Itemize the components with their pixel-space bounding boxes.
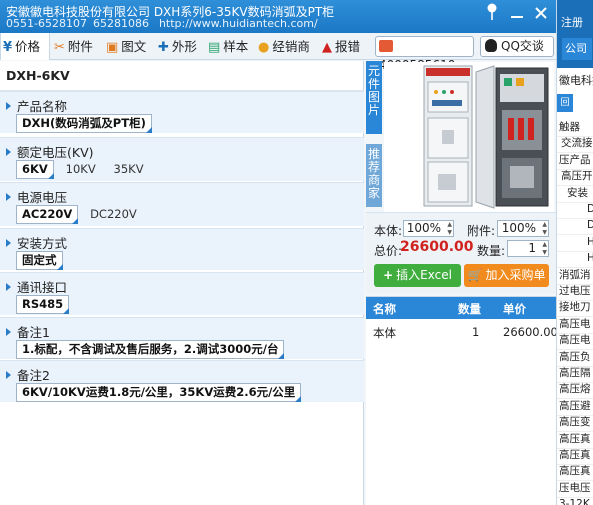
tab-price[interactable]: ¥ 价格 — [0, 33, 50, 60]
total-price-value: 26600.00 — [400, 239, 474, 255]
option-dc220v[interactable]: DC220V — [84, 205, 143, 224]
pricing-panel: 本体: 100% 附件: 100% 总价: 26600.00 数量: 1 +插入… — [366, 212, 556, 294]
picture-text-icon: ▣ — [106, 40, 119, 55]
section-title: 备注2 — [6, 365, 50, 384]
option-note-1[interactable]: 1.标配，不含调试及售后服务，2.调试3000元/台 — [16, 340, 285, 359]
product-image — [384, 62, 554, 212]
shape-icon: ✚ — [158, 40, 169, 55]
accessory-ratio-stepper[interactable]: 100% — [497, 220, 549, 237]
section-title: 备注1 — [6, 322, 50, 341]
col-unit-price: 单价 — [503, 302, 526, 316]
background-tree-item[interactable]: 3-12K — [557, 495, 593, 505]
cart-icon: 🛒 — [467, 268, 483, 282]
tab-recommended-dealers[interactable]: 推荐商家 — [366, 144, 382, 207]
background-company-tab[interactable]: 公司 — [562, 38, 592, 60]
section-title: 产品名称 — [6, 96, 67, 115]
quantity-label: 数量: — [477, 244, 506, 258]
option-dxh[interactable]: DXH(数码消弧及PT柜) — [16, 114, 152, 133]
model-name: DXH-6KV — [6, 68, 70, 83]
quantity-stepper[interactable]: 1 — [507, 240, 549, 257]
tab-report-error-label: 报错 — [335, 39, 361, 54]
website-link[interactable]: http://www.huidiantech.com/ — [159, 17, 318, 30]
accessory-ratio-label: 附件: — [467, 224, 496, 238]
tab-sample-label: 样本 — [223, 39, 249, 54]
tab-component-images[interactable]: 元件图片 — [366, 61, 382, 134]
yen-icon: ¥ — [3, 40, 13, 55]
add-to-order-label: 加入采购单 — [485, 268, 546, 282]
background-register-link[interactable]: 注册 — [561, 14, 583, 30]
option-note-2[interactable]: 6KV/10KV运费1.8元/公里，35KV运费2.6元/公里 — [16, 383, 302, 402]
col-name: 名称 — [373, 302, 396, 316]
title-bar: 安徽徽电科技股份有限公司 DXH系列6-35KV数码消弧及PT柜 0551-65… — [0, 0, 556, 33]
book-icon: ▤ — [208, 40, 221, 55]
tab-shape-label: 外形 — [171, 39, 197, 54]
tab-sample[interactable]: ▤ 样本 — [206, 33, 248, 60]
tab-shape[interactable]: ✚ 外形 — [156, 33, 197, 60]
background-title: 徽电科技 — [559, 74, 593, 87]
qq-penguin-icon — [485, 39, 497, 52]
background-back-button[interactable]: 回 — [557, 94, 573, 112]
tab-accessories[interactable]: ✂ 附件 — [52, 33, 93, 60]
section-title: 通讯接口 — [6, 277, 67, 296]
insert-excel-button[interactable]: + 插入Excel — [374, 264, 461, 287]
tab-graphic[interactable]: ▣ 图文 — [104, 33, 146, 60]
person-icon: ● — [258, 40, 270, 55]
contact-phone-1: 0551-6528107 — [6, 17, 87, 30]
col-quantity: 数量 — [458, 302, 481, 316]
tab-price-label: 价格 — [15, 39, 41, 54]
phone-button[interactable]: 4000585610 — [375, 36, 474, 72]
option-rs485[interactable]: RS485 — [16, 295, 70, 314]
cell-name: 本体 — [373, 326, 396, 340]
tab-accessories-label: 附件 — [67, 39, 93, 54]
toolbar: ¥价格 ✂附件 ▣图文 ✚外形 ▤样本 ●经销商 ▲报错 4000585610 … — [0, 33, 556, 72]
insert-excel-label: 插入Excel — [396, 268, 452, 282]
section-rated-voltage: 额定电压(KV) 6KV 10KV 35KV — [0, 137, 364, 181]
section-power-voltage: 电源电压 AC220V DC220V — [0, 182, 364, 226]
contact-phone-2: 65281086 — [92, 17, 149, 30]
tab-graphic-label: 图文 — [121, 39, 147, 54]
cell-quantity: 1 — [472, 325, 480, 339]
tab-report-error[interactable]: ▲ 报错 — [320, 33, 360, 60]
tab-dealer-label: 经销商 — [272, 39, 310, 54]
table-row[interactable]: 本体 1 26600.00 — [366, 321, 558, 343]
close-button[interactable] — [531, 4, 551, 24]
option-ac220v[interactable]: AC220V — [16, 205, 79, 224]
warning-icon: ▲ — [322, 40, 332, 55]
phone-icon — [379, 40, 393, 52]
plus-icon: + — [383, 268, 394, 282]
price-table: 名称 数量 单价 本体 1 26600.00 — [366, 296, 558, 505]
tools-icon: ✂ — [54, 40, 65, 55]
options-pane: DXH-6KV 产品名称 DXH(数码消弧及PT柜) 额定电压(KV) 6KV … — [0, 61, 364, 505]
section-install-method: 安装方式 固定式 — [0, 228, 364, 270]
option-35kv[interactable]: 35KV — [108, 160, 150, 179]
qq-button-label: QQ交谈 — [501, 39, 544, 53]
option-10kv[interactable]: 10KV — [60, 160, 102, 179]
contact-line: 0551-6528107 65281086 http://www.huidiante… — [6, 17, 324, 30]
background-app: 注册 公司 徽电科技 回 触器交流接压产品高压开安装DDHH消弧消过电压接地刀高… — [556, 0, 593, 505]
body-ratio-stepper[interactable]: 100% — [403, 220, 454, 237]
section-note-1: 备注1 1.标配，不含调试及售后服务，2.调试3000元/台 — [0, 317, 364, 359]
body-ratio-label: 本体: — [374, 224, 403, 238]
option-fixed[interactable]: 固定式 — [16, 251, 63, 270]
section-title: 额定电压(KV) — [6, 142, 94, 161]
add-to-order-button[interactable]: 🛒 加入采购单 — [464, 264, 549, 287]
qq-chat-button[interactable]: QQ交谈 — [480, 36, 554, 57]
cell-unit-price: 26600.00 — [503, 325, 558, 339]
option-6kv[interactable]: 6KV — [16, 160, 54, 179]
section-note-2: 备注2 6KV/10KV运费1.8元/公里，35KV运费2.6元/公里 — [0, 360, 364, 402]
table-header: 名称 数量 单价 — [366, 297, 556, 319]
pin-icon[interactable] — [482, 2, 502, 22]
section-title: 安装方式 — [6, 233, 67, 252]
section-title: 电源电压 — [6, 187, 67, 206]
total-price-label: 总价: — [374, 244, 403, 258]
section-product-name: 产品名称 DXH(数码消弧及PT柜) — [0, 91, 364, 133]
minimize-button[interactable] — [507, 4, 527, 24]
section-comm-interface: 通讯接口 RS485 — [0, 272, 364, 315]
tab-dealer[interactable]: ● 经销商 — [256, 33, 310, 60]
